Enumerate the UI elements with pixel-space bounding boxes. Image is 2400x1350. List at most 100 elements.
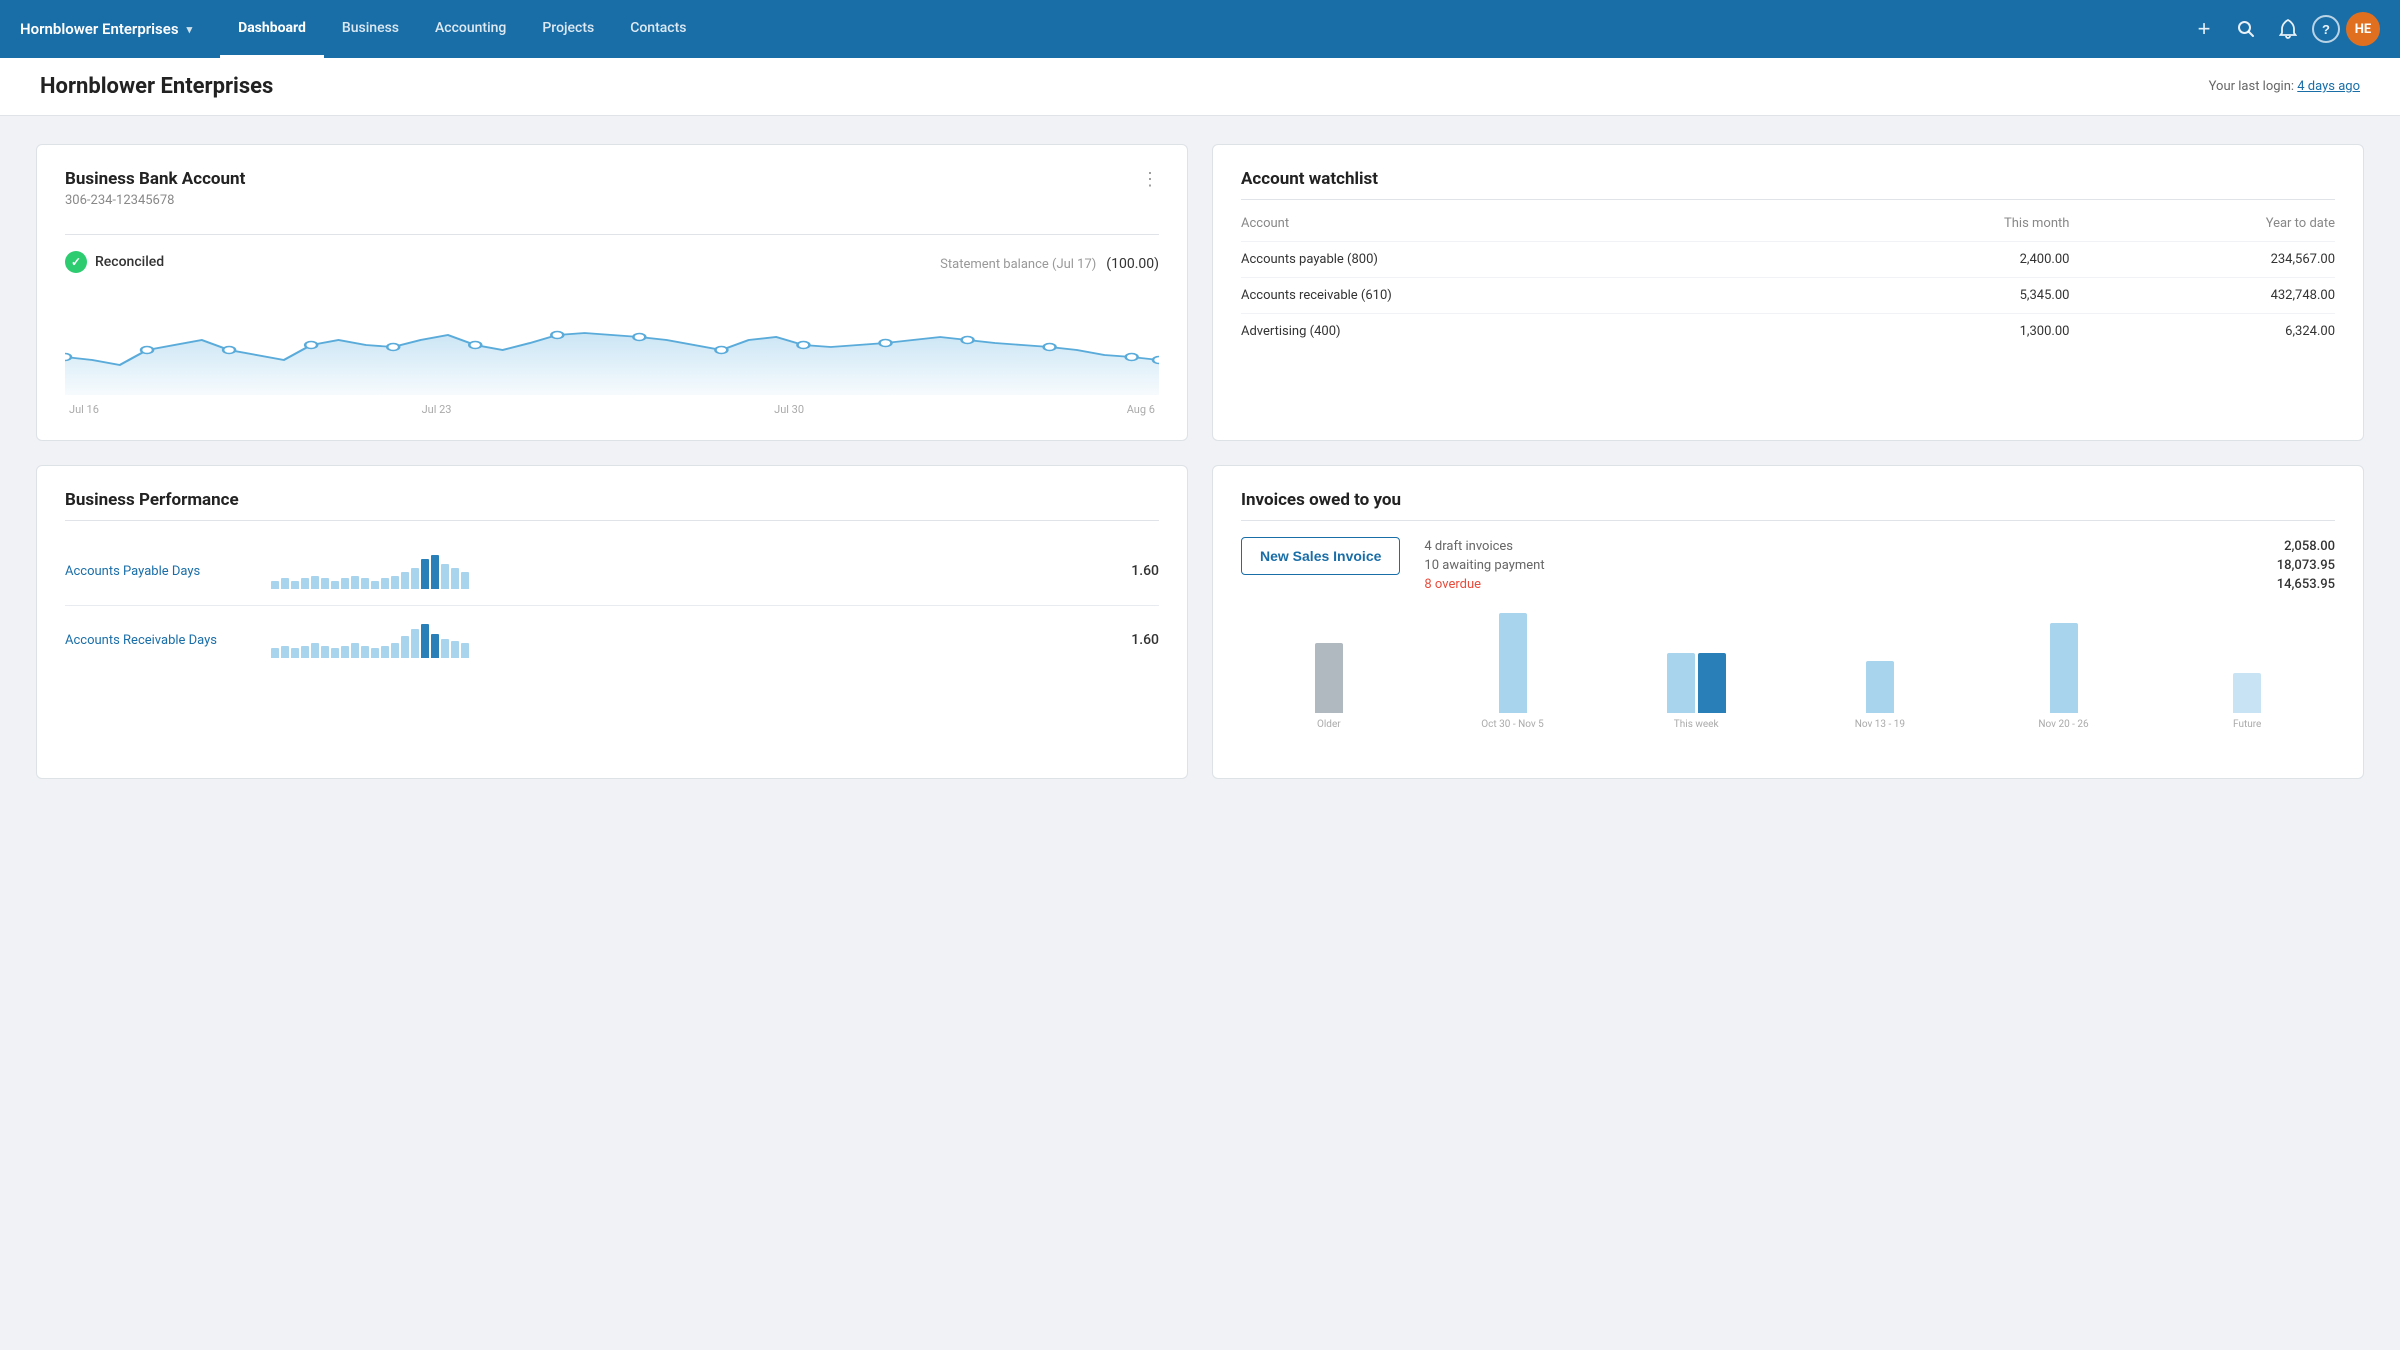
nav-link-business[interactable]: Business bbox=[324, 0, 417, 58]
perf-divider bbox=[65, 520, 1159, 521]
perf-bar bbox=[421, 559, 429, 589]
sparkline-svg bbox=[65, 285, 1159, 395]
stat-value-awaiting: 18,073.95 bbox=[2277, 558, 2335, 573]
perf-bar bbox=[371, 648, 379, 658]
search-button[interactable] bbox=[2228, 11, 2264, 47]
watchlist-col-account: Account bbox=[1241, 216, 1819, 242]
watchlist-row-ytd: 234,567.00 bbox=[2069, 242, 2335, 278]
watchlist-row-month: 5,345.00 bbox=[1819, 278, 2070, 314]
brand-dropdown[interactable]: Hornblower Enterprises ▾ bbox=[20, 20, 210, 38]
bar-primary bbox=[2233, 673, 2261, 713]
bank-header: Business Bank Account 306-234-12345678 ⋮ bbox=[65, 169, 1159, 224]
bar-pair bbox=[1792, 661, 1968, 713]
nav-link-dashboard[interactable]: Dashboard bbox=[220, 0, 324, 58]
perf-label-ar_days[interactable]: Accounts Receivable Days bbox=[65, 633, 255, 648]
brand-chevron-icon: ▾ bbox=[187, 23, 193, 36]
perf-bar bbox=[381, 646, 389, 658]
bank-menu-icon[interactable]: ⋮ bbox=[1141, 169, 1159, 190]
nav-actions: + ? HE bbox=[2186, 11, 2380, 47]
help-button[interactable]: ? bbox=[2312, 15, 2340, 43]
perf-bar bbox=[361, 578, 369, 589]
perf-bar bbox=[291, 648, 299, 658]
statement-balance-label: Statement balance (Jul 17) bbox=[940, 257, 1096, 272]
perf-bar bbox=[361, 646, 369, 658]
invoices-owed-card: Invoices owed to you New Sales Invoice 4… bbox=[1212, 465, 2364, 779]
bar-group: Future bbox=[2159, 673, 2335, 730]
reconciled-badge: ✓ Reconciled bbox=[65, 251, 164, 273]
stat-label-draft: 4 draft invoices bbox=[1424, 539, 1513, 554]
nav-link-accounting[interactable]: Accounting bbox=[417, 0, 524, 58]
last-login-prefix: Your last login: bbox=[2209, 79, 2298, 94]
check-circle-icon: ✓ bbox=[65, 251, 87, 273]
bar-primary bbox=[1667, 653, 1695, 713]
perf-bar bbox=[421, 624, 429, 658]
perf-bar bbox=[411, 568, 419, 589]
watchlist-divider bbox=[1241, 199, 2335, 200]
perf-bar bbox=[331, 648, 339, 658]
bar-label: Older bbox=[1317, 719, 1341, 730]
watchlist-row: Accounts receivable (610) 5,345.00 432,7… bbox=[1241, 278, 2335, 314]
invoices-divider bbox=[1241, 520, 2335, 521]
main-content: Business Bank Account 306-234-12345678 ⋮… bbox=[0, 116, 2400, 807]
perf-bar bbox=[331, 581, 339, 590]
add-button[interactable]: + bbox=[2186, 11, 2222, 47]
notifications-button[interactable] bbox=[2270, 11, 2306, 47]
perf-bar bbox=[281, 578, 289, 589]
perf-bar bbox=[271, 648, 279, 658]
watchlist-col-ytd: Year to date bbox=[2069, 216, 2335, 242]
bar-primary bbox=[1315, 643, 1343, 713]
perf-bar bbox=[441, 639, 449, 658]
bank-title: Business Bank Account bbox=[65, 169, 245, 189]
bank-account-card: Business Bank Account 306-234-12345678 ⋮… bbox=[36, 144, 1188, 441]
perf-bar bbox=[461, 643, 469, 658]
bar-group: Oct 30 - Nov 5 bbox=[1425, 613, 1601, 730]
perf-bar bbox=[381, 578, 389, 589]
bar-label: Nov 13 - 19 bbox=[1855, 719, 1905, 730]
perf-bar bbox=[321, 578, 329, 589]
invoices-title: Invoices owed to you bbox=[1241, 490, 2335, 510]
bar-primary bbox=[1866, 661, 1894, 713]
perf-bar bbox=[371, 581, 379, 590]
invoices-bar-chart: OlderOct 30 - Nov 5This weekNov 13 - 19N… bbox=[1241, 614, 2335, 754]
bar-label: Future bbox=[2233, 719, 2261, 730]
nav-link-projects[interactable]: Projects bbox=[524, 0, 612, 58]
perf-row-ar_days: Accounts Receivable Days 1.60 bbox=[65, 606, 1159, 674]
bar-pair bbox=[2159, 673, 2335, 713]
watchlist-table: Account This month Year to date Accounts… bbox=[1241, 216, 2335, 349]
nav-link-contacts[interactable]: Contacts bbox=[612, 0, 704, 58]
bar-group: This week bbox=[1608, 653, 1784, 730]
perf-bar bbox=[291, 581, 299, 590]
invoices-top: New Sales Invoice 4 draft invoices 2,058… bbox=[1241, 537, 2335, 594]
stat-value-draft: 2,058.00 bbox=[2284, 539, 2335, 554]
new-sales-invoice-button[interactable]: New Sales Invoice bbox=[1241, 537, 1400, 575]
bank-divider bbox=[65, 234, 1159, 235]
perf-row-ap_days: Accounts Payable Days1.60 bbox=[65, 537, 1159, 606]
perf-bar bbox=[341, 646, 349, 658]
navbar: Hornblower Enterprises ▾ DashboardBusine… bbox=[0, 0, 2400, 58]
reconciled-row: ✓ Reconciled Statement balance (Jul 17) … bbox=[65, 251, 1159, 273]
perf-label-ap_days[interactable]: Accounts Payable Days bbox=[65, 564, 255, 579]
statement-amount: (100.00) bbox=[1106, 256, 1159, 272]
invoice-stat-overdue: 8 overdue 14,653.95 bbox=[1424, 575, 2335, 594]
bar-primary bbox=[1499, 613, 1527, 713]
watchlist-row-ytd: 6,324.00 bbox=[2069, 314, 2335, 350]
perf-bar bbox=[301, 578, 309, 589]
bar-pair bbox=[1608, 653, 1784, 713]
perf-bar bbox=[451, 568, 459, 589]
bar-label: This week bbox=[1674, 719, 1719, 730]
perf-bar bbox=[441, 564, 449, 590]
last-login-link[interactable]: 4 days ago bbox=[2297, 79, 2360, 94]
nav-links: DashboardBusinessAccountingProjectsConta… bbox=[220, 0, 2186, 58]
perf-value-ar_days: 1.60 bbox=[1123, 632, 1159, 648]
statement-balance: Statement balance (Jul 17) (100.00) bbox=[940, 253, 1159, 272]
reconciled-label: Reconciled bbox=[95, 254, 164, 270]
watchlist-row-name: Accounts receivable (610) bbox=[1241, 278, 1819, 314]
perf-bar bbox=[341, 578, 349, 589]
watchlist-title: Account watchlist bbox=[1241, 169, 2335, 189]
last-login: Your last login: 4 days ago bbox=[2209, 79, 2360, 94]
business-perf-title: Business Performance bbox=[65, 490, 1159, 510]
stat-label-overdue: 8 overdue bbox=[1424, 577, 1481, 592]
chart-labels: Jul 16 Jul 23 Jul 30 Aug 6 bbox=[65, 403, 1159, 416]
invoice-stats: 4 draft invoices 2,058.00 10 awaiting pa… bbox=[1424, 537, 2335, 594]
avatar[interactable]: HE bbox=[2346, 12, 2380, 46]
